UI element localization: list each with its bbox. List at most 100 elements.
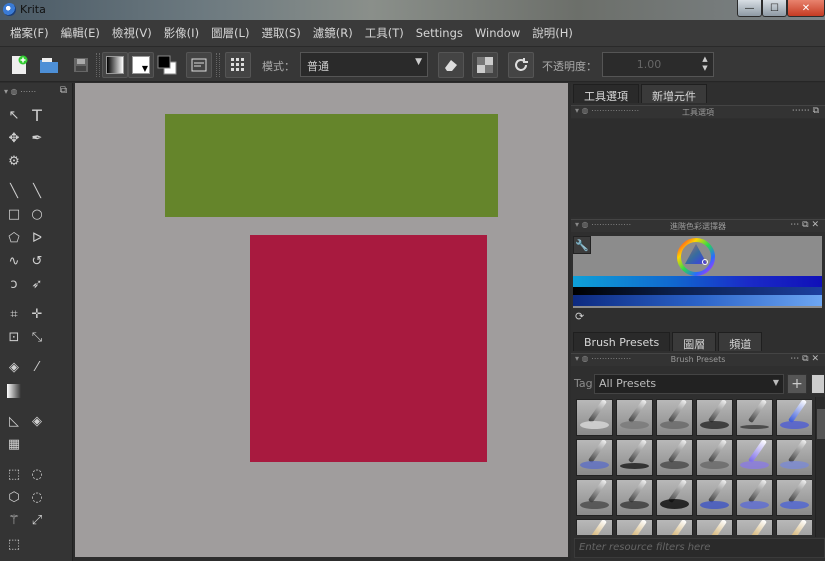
close-button[interactable]: ✕ [787, 0, 825, 17]
dock-handle-icon[interactable]: ▾ ◍ ⋯⋯ [4, 87, 36, 96]
menu-image[interactable]: 影像(I) [158, 25, 205, 41]
grid-tool-icon[interactable]: ▦ [4, 434, 24, 454]
save-document-icon[interactable] [68, 52, 94, 78]
rectangular-selection-icon[interactable]: ⬚ [4, 464, 24, 484]
tag-menu-button[interactable] [811, 374, 825, 394]
dynamic-brush-icon[interactable]: ↺ [27, 251, 47, 271]
resource-filter-input[interactable]: Enter resource filters here [574, 538, 825, 558]
polygon-tool-icon[interactable]: ⬠ [4, 228, 24, 248]
brush-preset-item[interactable] [656, 519, 693, 535]
tag-select[interactable]: All Presets ▼ [594, 374, 784, 394]
blend-mode-select[interactable]: 普通 ▼ [300, 52, 428, 77]
preserve-alpha-icon[interactable] [472, 52, 498, 78]
brush-preset-item[interactable] [776, 519, 812, 535]
brush-preset-item[interactable] [696, 479, 733, 516]
menu-edit[interactable]: 編輯(E) [55, 25, 106, 41]
assistant-tool-icon[interactable]: ◺ [4, 411, 24, 431]
float-panel-icon[interactable]: ⧉ [60, 85, 67, 96]
add-tag-button[interactable]: + [787, 374, 807, 394]
menu-filter[interactable]: 濾鏡(R) [307, 25, 359, 41]
color-picker-icon[interactable]: ⁄ [27, 357, 47, 377]
red-rectangle[interactable] [250, 235, 487, 462]
brush-preset-item[interactable] [616, 479, 653, 516]
menu-layer[interactable]: 圖層(L) [205, 25, 255, 41]
ellipse-tool-icon[interactable]: ○ [27, 204, 47, 224]
bezier-selection-icon[interactable]: ⬚ [4, 534, 24, 554]
menu-file[interactable]: 檔案(F) [4, 25, 55, 41]
rectangle-tool-icon[interactable]: □ [4, 204, 24, 224]
brush-preset-item[interactable] [696, 519, 733, 535]
brush-preset-item[interactable] [656, 439, 693, 476]
tab-channels[interactable]: 頻道 [718, 332, 763, 351]
menu-select[interactable]: 選取(S) [255, 25, 306, 41]
tab-brush-presets[interactable]: Brush Presets [573, 332, 671, 351]
canvas-area[interactable] [75, 83, 568, 557]
select-shapes-icon[interactable]: ↖ [4, 105, 24, 125]
freehand-selection-icon[interactable]: ◌ [27, 487, 47, 507]
green-rectangle[interactable] [165, 114, 498, 217]
brush-preset-item[interactable] [616, 519, 653, 535]
brush-preset-item[interactable] [696, 439, 733, 476]
brush-preset-item[interactable] [776, 439, 812, 476]
brush-settings-icon[interactable] [186, 52, 212, 78]
perspective-grid-icon[interactable]: ◈ [27, 411, 47, 431]
crop-tool-icon[interactable]: ⌗ [4, 304, 24, 324]
maximize-button[interactable]: ☐ [762, 0, 787, 17]
scrollbar-thumb[interactable] [817, 409, 825, 439]
transform-tool-icon[interactable]: ⊡ [4, 327, 24, 347]
measure-tool-icon[interactable]: ⤡ [27, 327, 47, 347]
hue-slider-2[interactable] [573, 287, 822, 295]
brush-preset-item[interactable] [776, 399, 812, 436]
refresh-icon[interactable]: ⟳ [575, 310, 584, 323]
eraser-mode-icon[interactable] [438, 52, 464, 78]
menu-view[interactable]: 檢視(V) [106, 25, 158, 41]
brush-preset-item[interactable] [616, 439, 653, 476]
reload-preset-icon[interactable] [508, 52, 534, 78]
freehand-brush-icon[interactable]: ╲ [4, 181, 24, 201]
wrench-icon[interactable]: 🔧 [573, 236, 591, 254]
brush-preset-item[interactable] [776, 479, 812, 516]
tab-layers[interactable]: 圖層 [672, 332, 717, 351]
brush-preset-item[interactable] [576, 399, 613, 436]
spin-arrows-icon[interactable]: ▲ ▼ [699, 55, 711, 74]
color-wheel-triangle[interactable] [677, 238, 715, 276]
menu-settings[interactable]: Settings [410, 26, 469, 40]
brush-preset-item[interactable] [616, 399, 653, 436]
float-panel-icon[interactable]: ⋯⋯ ⧉ [792, 106, 819, 116]
tab-tool-options[interactable]: 工具選項 [573, 84, 639, 103]
fill-bucket-icon[interactable]: ◈ [4, 357, 24, 377]
minimize-button[interactable]: — [737, 0, 762, 17]
freehand-path-icon[interactable]: ↄ [4, 274, 24, 294]
similar-selection-icon[interactable]: ⤢ [27, 510, 47, 530]
gradient-swatch-icon[interactable] [102, 52, 128, 78]
line-tool-icon[interactable]: ╲ [27, 181, 47, 201]
pattern-swatch-icon[interactable]: ▼ [128, 52, 154, 78]
brush-preset-item[interactable] [736, 399, 773, 436]
preset-scrollbar[interactable] [815, 397, 825, 537]
brush-preset-item[interactable] [656, 479, 693, 516]
brush-preset-item[interactable] [576, 479, 613, 516]
open-document-icon[interactable] [36, 52, 62, 78]
new-document-icon[interactable] [6, 52, 32, 78]
brush-preset-item[interactable] [696, 399, 733, 436]
gear-icon[interactable]: ⚙ [4, 151, 24, 171]
move-tool-icon[interactable]: ✛ [27, 304, 47, 324]
edit-shapes-icon[interactable]: ✥ [4, 128, 24, 148]
gradient-tool-icon[interactable] [4, 381, 24, 401]
elliptical-selection-icon[interactable]: ◌ [27, 464, 47, 484]
calligraphy-icon[interactable]: ✒ [27, 128, 47, 148]
foreground-background-colors-icon[interactable] [154, 52, 180, 78]
menu-window[interactable]: Window [469, 26, 526, 40]
bezier-curve-icon[interactable]: ∿ [4, 251, 24, 271]
text-tool-icon[interactable]: T [27, 105, 47, 125]
polyline-tool-icon[interactable]: ᐅ [27, 228, 47, 248]
float-panel-icon[interactable]: ⋯ ⧉ ✕ [790, 220, 819, 230]
tab-add-widget[interactable]: 新增元件 [641, 84, 707, 103]
hue-slider-1[interactable] [573, 276, 822, 287]
brush-preset-item[interactable] [736, 519, 773, 535]
polygonal-selection-icon[interactable]: ⬡ [4, 487, 24, 507]
brush-preset-item[interactable] [656, 399, 693, 436]
advanced-color-selector[interactable] [573, 236, 822, 308]
hue-slider-3[interactable] [573, 295, 822, 306]
multibrush-icon[interactable]: ➶ [27, 274, 47, 294]
